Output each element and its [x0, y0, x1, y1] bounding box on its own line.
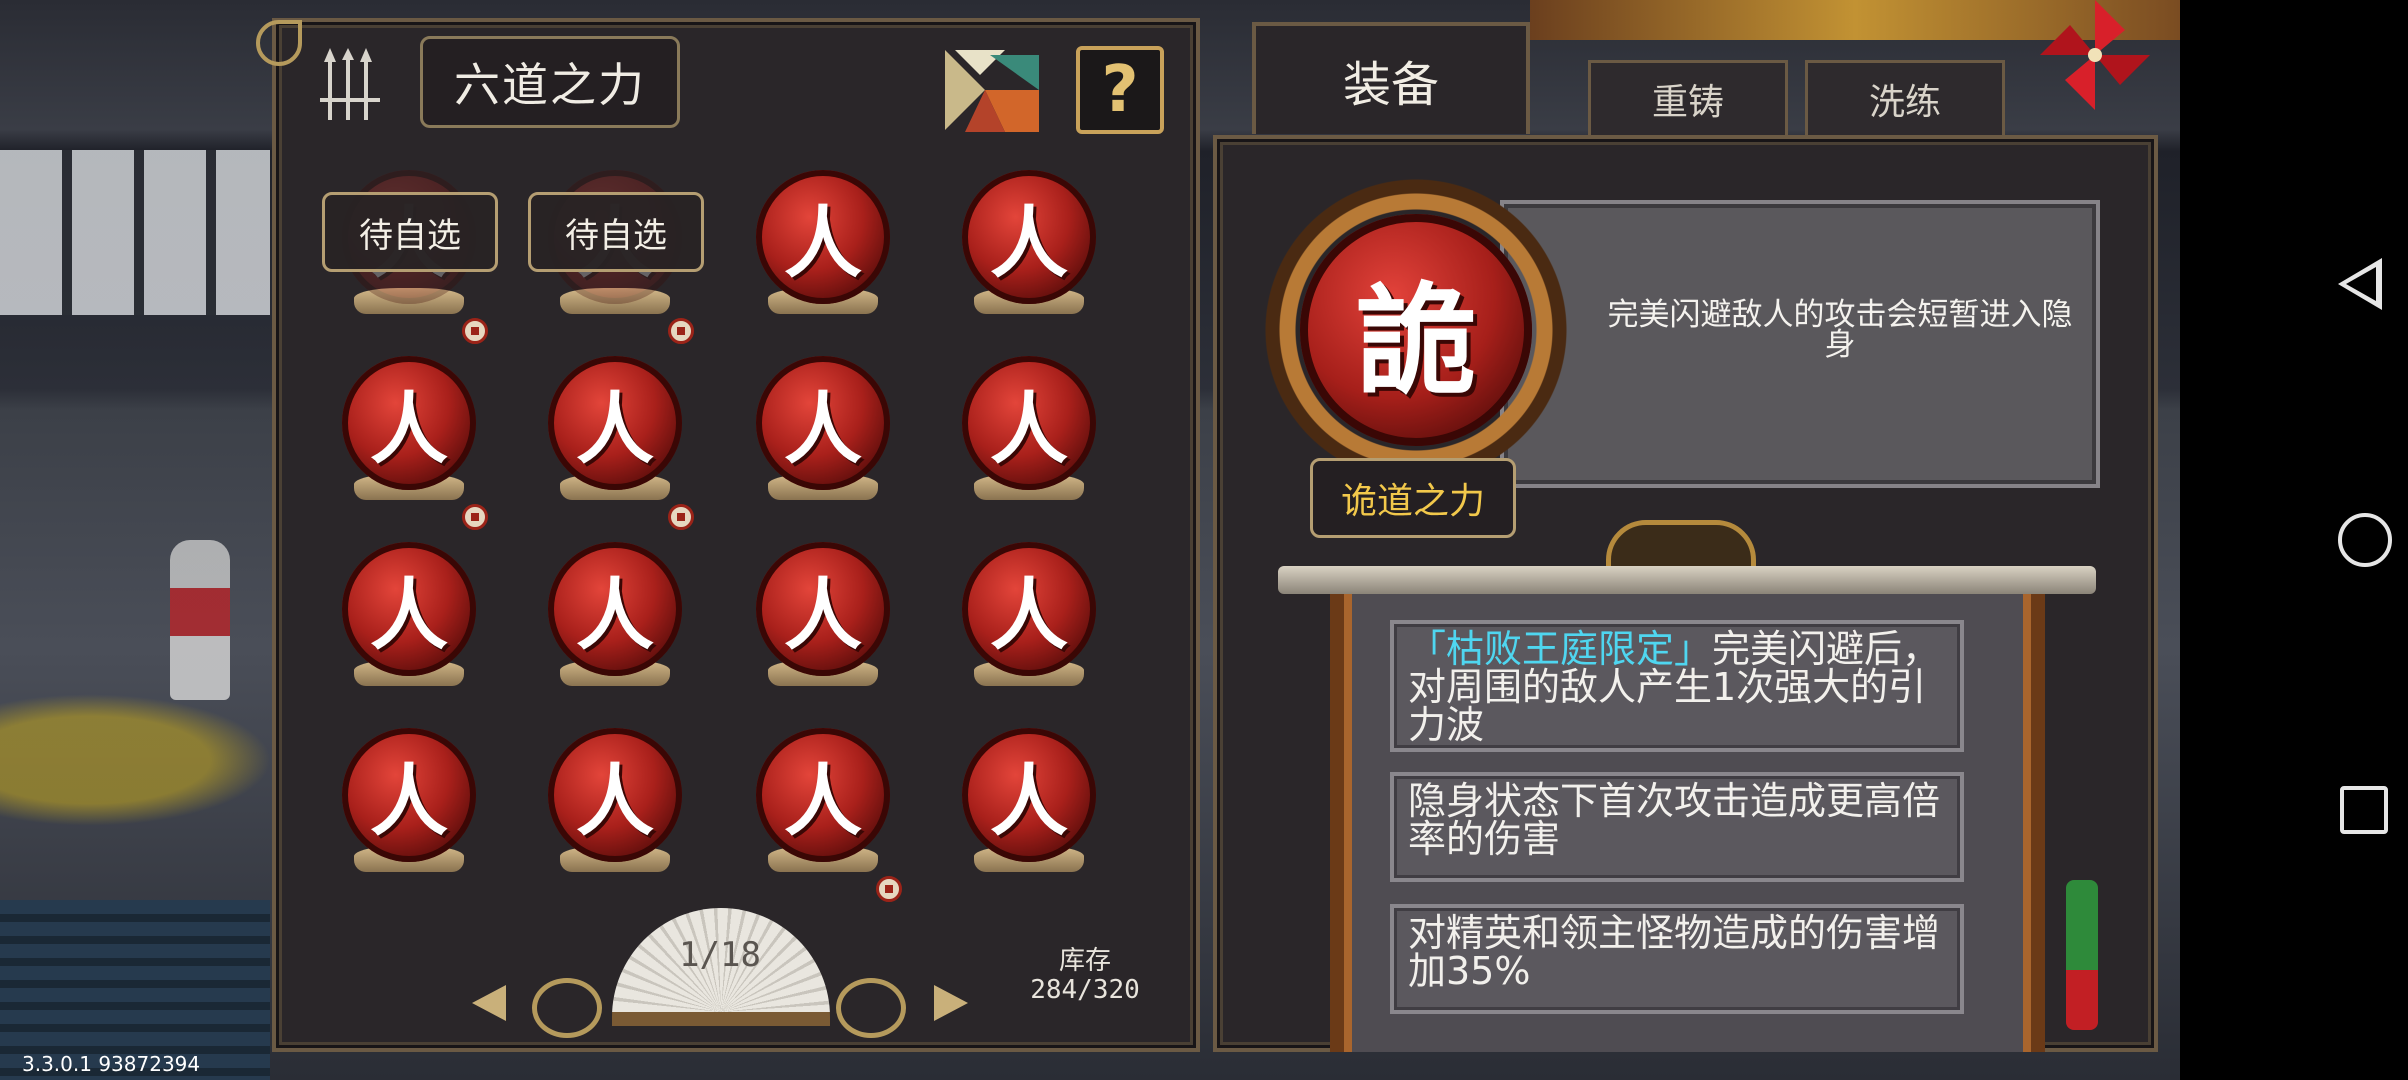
orb-slot[interactable]: 人	[748, 356, 898, 516]
orb-slot[interactable]: 人	[334, 356, 488, 530]
orb-slot[interactable]: 人	[540, 542, 690, 702]
nav-back-icon[interactable]	[2338, 258, 2382, 310]
page-indicator: 1/18	[679, 935, 761, 975]
nav-recents-icon[interactable]	[2340, 786, 2388, 834]
equipment-description: 完美闪避敌人的攻击会短暂进入隐身	[1607, 297, 2073, 363]
orb: 人	[342, 728, 476, 862]
background-statue	[170, 540, 230, 700]
lock-badge-icon	[668, 318, 694, 344]
orb-slot[interactable]: 人	[540, 356, 694, 530]
orb-slot[interactable]: 人	[954, 542, 1104, 702]
orb: 人	[962, 170, 1096, 304]
equipped-orb: 詭	[1300, 214, 1532, 446]
pinwheel-icon[interactable]	[2040, 0, 2150, 110]
orb-slot-pending[interactable]: 人 待自选	[528, 170, 704, 344]
orb: 人	[756, 542, 890, 676]
panel-title: 六道之力	[420, 36, 680, 128]
swirl-ornament	[836, 978, 906, 1038]
orb: 人	[962, 728, 1096, 862]
orb: 人	[548, 542, 682, 676]
help-button[interactable]: ?	[1076, 46, 1164, 134]
tab-recast[interactable]: 重铸	[1588, 60, 1788, 135]
orb-slot[interactable]: 人	[540, 728, 690, 888]
orb: 人	[756, 728, 890, 862]
tab-equip[interactable]: 装备	[1252, 22, 1530, 134]
orb-slot[interactable]: 人	[748, 728, 902, 902]
orb: 人	[756, 170, 890, 304]
effect-entry: 「枯败王庭限定」完美闪避后，对周围的敌人产生1次强大的引力波	[1390, 620, 1964, 752]
lock-badge-icon	[462, 504, 488, 530]
orb: 人	[548, 356, 682, 490]
orb-slot[interactable]: 人	[954, 170, 1104, 330]
orb: 人	[962, 356, 1096, 490]
effect-entry: 对精英和领主怪物造成的伤害增加35%	[1390, 904, 1964, 1014]
scroll-rod	[1278, 566, 2096, 594]
orb-slot[interactable]: 人	[748, 170, 898, 330]
effect-text: 隐身状态下首次攻击造成更高倍率的伤害	[1408, 779, 1941, 861]
background-windows	[0, 150, 270, 315]
orb: 人	[342, 542, 476, 676]
orb: 人	[548, 728, 682, 862]
stock-label: 库存	[1058, 946, 1111, 976]
orb-slot[interactable]: 人	[334, 542, 484, 702]
stock-value: 284/320	[1030, 975, 1140, 1005]
orb-slot-pending[interactable]: 人 待自选	[322, 170, 498, 344]
nav-home-icon[interactable]	[2338, 513, 2392, 567]
tab-refine[interactable]: 洗练	[1805, 60, 2005, 135]
corner-ornament	[256, 20, 302, 66]
orb-slot[interactable]: 人	[954, 728, 1104, 888]
tassel-ornament	[2066, 880, 2098, 1030]
orb: 人	[342, 356, 476, 490]
orb-slot[interactable]: 人	[954, 356, 1104, 516]
pending-select-label: 待自选	[528, 192, 704, 272]
tangram-icon[interactable]	[945, 50, 1039, 132]
orb-slot[interactable]: 人	[748, 542, 898, 702]
effect-entry: 隐身状态下首次攻击造成更高倍率的伤害	[1390, 772, 1964, 882]
equipment-name: 诡道之力	[1310, 458, 1516, 538]
orb-slot[interactable]: 人	[334, 728, 484, 888]
orb: 人	[962, 542, 1096, 676]
orb: 人	[756, 356, 890, 490]
next-page-button[interactable]	[934, 985, 968, 1021]
swirl-ornament	[532, 978, 602, 1038]
game-screen: 六道之力 ? 人 待自选 人 待自选 人 人 人 人	[0, 0, 2408, 1080]
lock-badge-icon	[668, 504, 694, 530]
lock-badge-icon	[462, 318, 488, 344]
pending-select-label: 待自选	[322, 192, 498, 272]
version-label: 3.3.0.1 93872394	[22, 1052, 201, 1076]
weapon-rack-icon	[320, 48, 380, 120]
effect-text: 对精英和领主怪物造成的伤害增加35%	[1408, 911, 1941, 993]
prev-page-button[interactable]	[472, 985, 506, 1021]
lock-badge-icon	[876, 876, 902, 902]
